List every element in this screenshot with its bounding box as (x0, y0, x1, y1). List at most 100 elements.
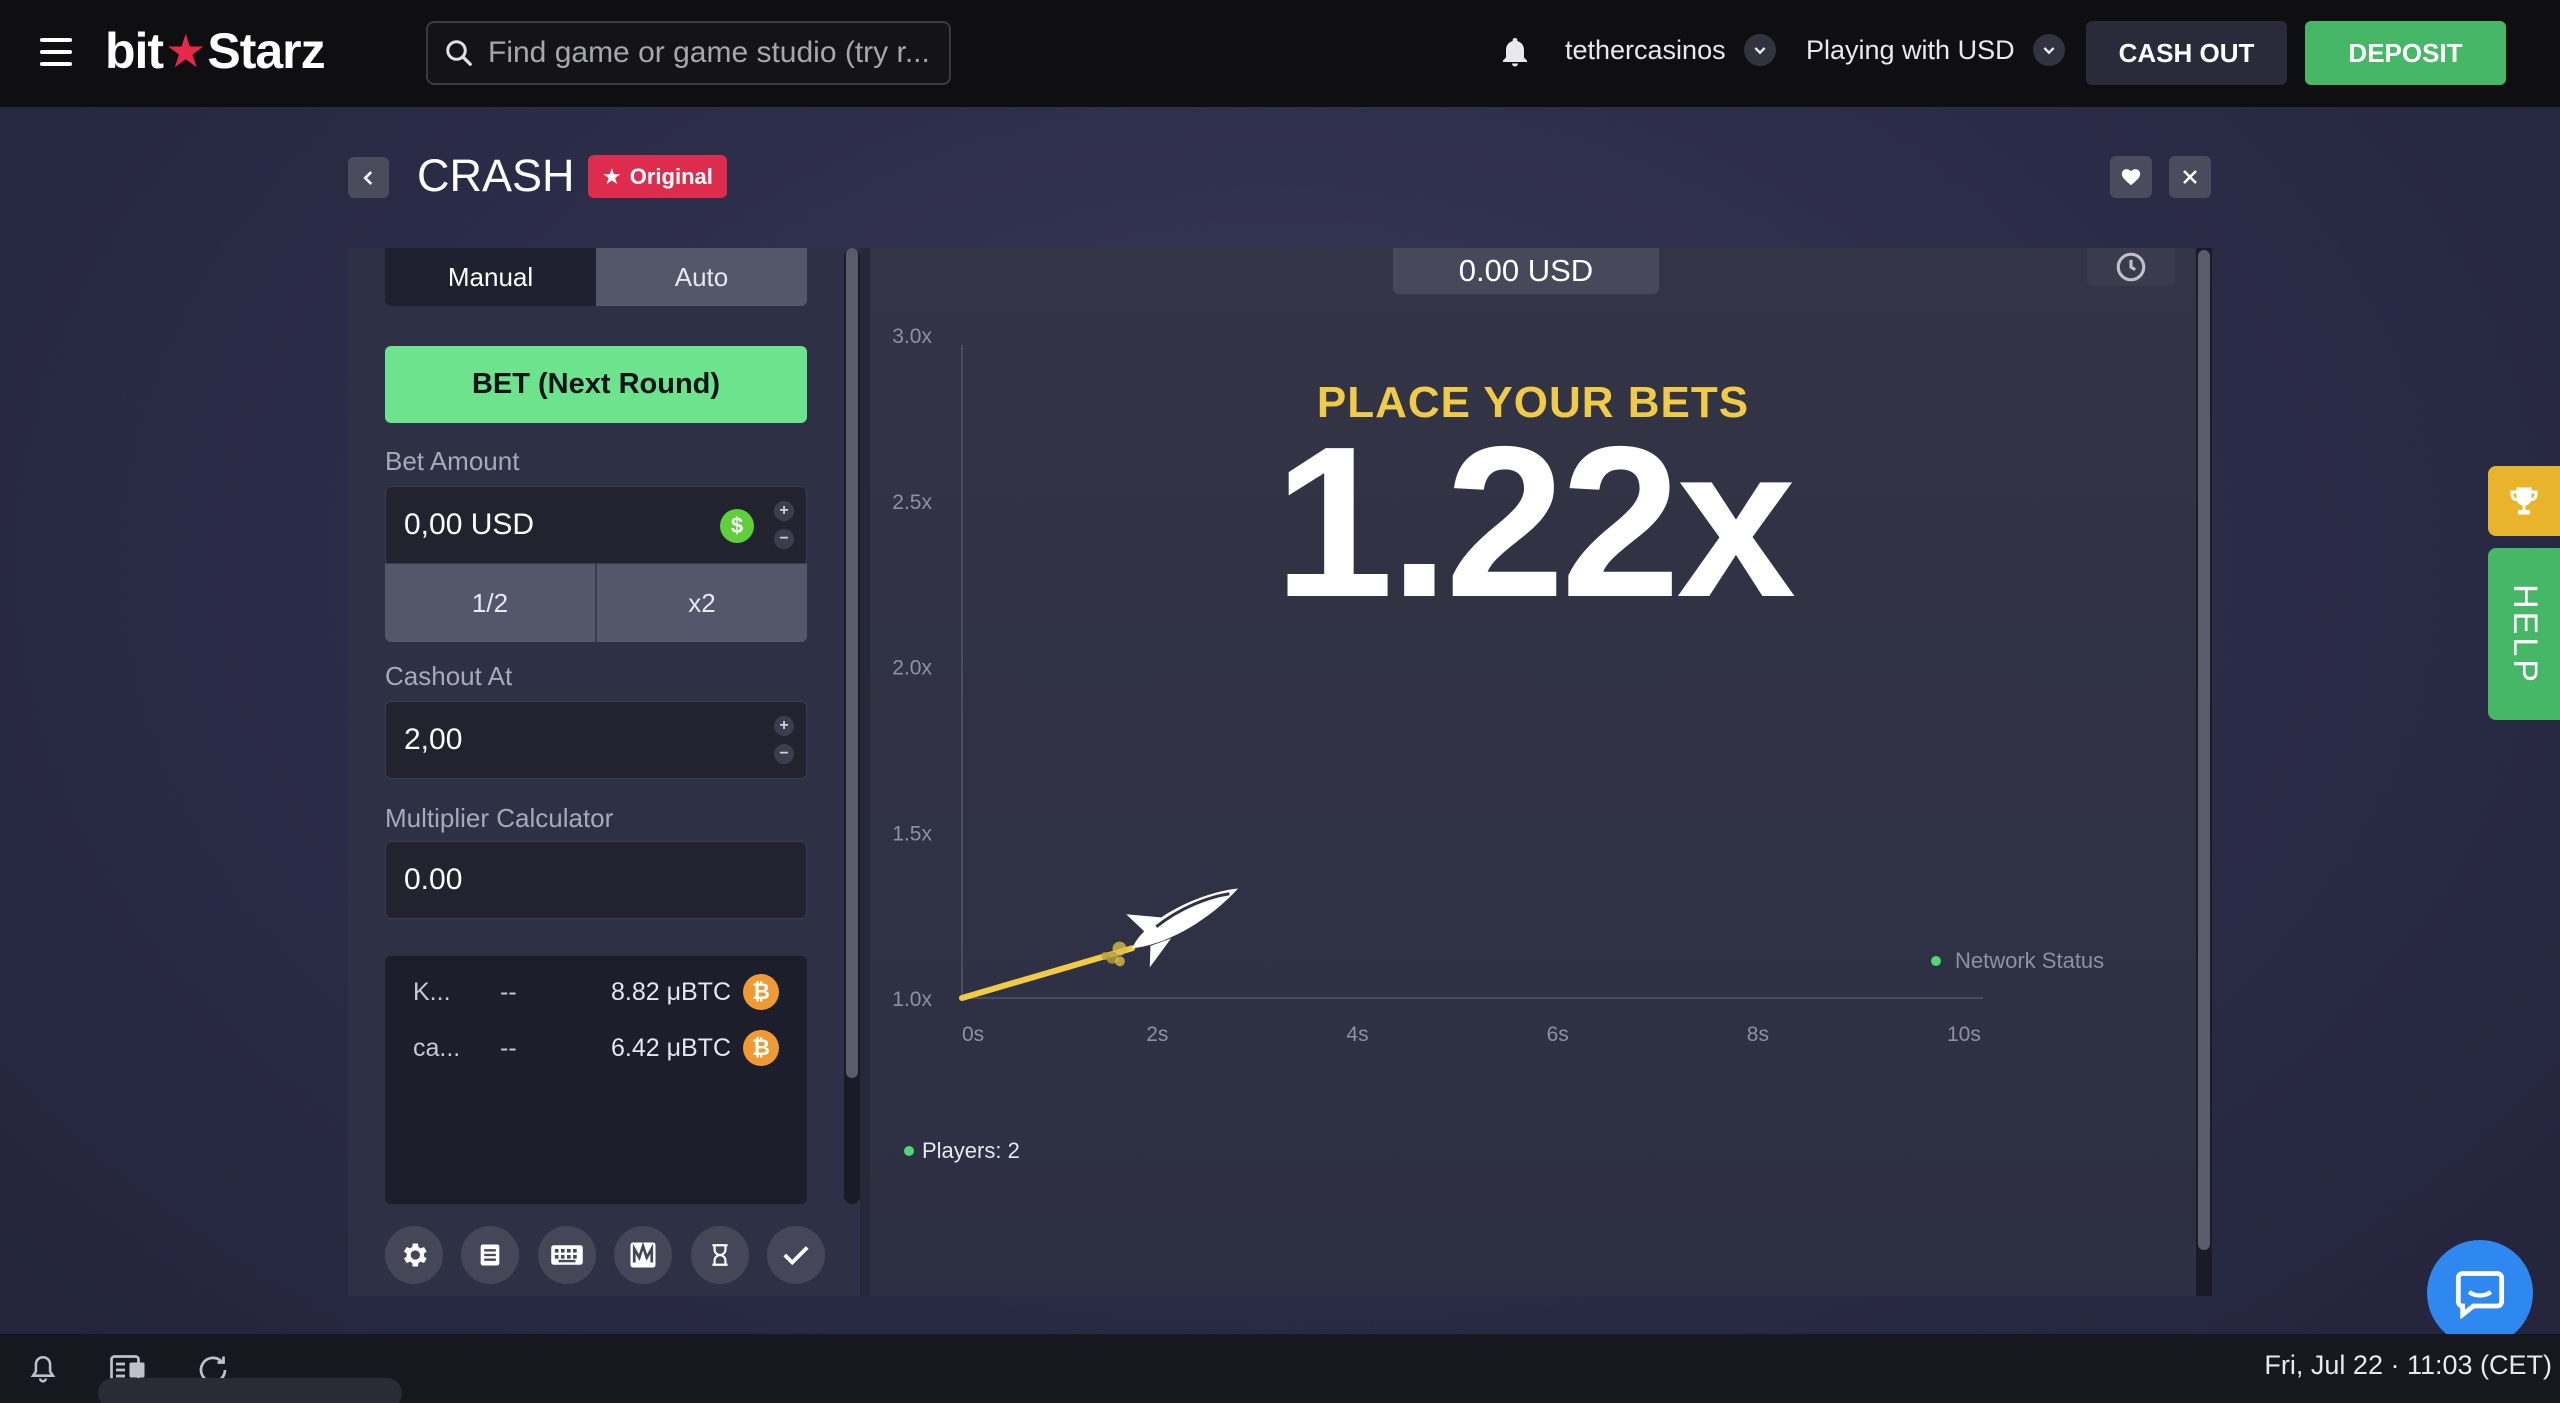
deposit-button[interactable]: DEPOSIT (2305, 21, 2506, 85)
settings-button[interactable] (385, 1226, 443, 1284)
favorite-button[interactable] (2110, 156, 2152, 198)
search-input[interactable] (488, 36, 928, 70)
search-box[interactable] (426, 21, 951, 85)
tab-manual[interactable]: Manual (385, 248, 596, 306)
player-amount: 8.82 μBTC (610, 977, 731, 1006)
bet-modifier-buttons: 1/2 x2 (385, 564, 807, 642)
player-name: ca... (413, 1033, 461, 1062)
back-button[interactable] (348, 157, 389, 198)
x-tick-label: 0s (962, 1023, 984, 1046)
hotkeys-button[interactable] (537, 1226, 596, 1284)
search-icon (446, 40, 472, 66)
game-title: CRASH (417, 150, 575, 201)
hourglass-icon (711, 1244, 728, 1266)
minus-icon[interactable]: − (774, 744, 794, 764)
statistics-button[interactable] (614, 1226, 673, 1284)
rocket-icon (1101, 888, 1239, 968)
help-tab[interactable]: HELP (2488, 548, 2560, 720)
live-chat-button[interactable] (2427, 1240, 2533, 1346)
multiplier-calculator-field[interactable]: 0.00 (385, 841, 807, 919)
site-logo[interactable]: bit ★ Starz (105, 22, 326, 80)
half-bet-button[interactable]: 1/2 (385, 564, 597, 642)
chevron-left-icon (362, 170, 372, 185)
close-icon (2183, 170, 2197, 184)
notification-bell-icon[interactable] (1497, 34, 1533, 77)
y-tick-label: 1.5x (892, 822, 932, 845)
x-tick-label: 6s (1547, 1023, 1569, 1046)
tournament-button[interactable] (2488, 466, 2560, 536)
game-frame: Manual Auto BET (Next Round) Bet Amount … (348, 248, 2212, 1296)
datetime-display: Fri, Jul 22 · 11:03 (CET) (2264, 1350, 2552, 1380)
bet-button[interactable]: BET (Next Round) (385, 346, 807, 423)
list-item: ca... -- 6.42 μBTC ₿ (385, 1028, 807, 1068)
logo-star-icon: ★ (165, 25, 206, 77)
network-status-label: Network Status (1955, 948, 2105, 973)
multiplier-calculator-value: 0.00 (404, 863, 463, 896)
y-tick-label: 3.0x (892, 325, 932, 348)
menu-icon[interactable] (40, 38, 72, 68)
cashout-stepper: + − (774, 716, 794, 764)
bet-mode-tabs: Manual Auto (385, 248, 807, 306)
notification-bell-icon[interactable] (26, 1352, 60, 1393)
y-tick-label: 1.0x (892, 988, 932, 1011)
status-dot-icon (1931, 956, 1941, 966)
x-tick-label: 2s (1146, 1023, 1168, 1046)
x-tick-label: 4s (1346, 1023, 1368, 1046)
plus-icon[interactable]: + (774, 716, 794, 736)
gear-icon (404, 1243, 427, 1267)
dollar-icon: $ (720, 509, 754, 543)
cashout-at-label: Cashout At (385, 661, 513, 691)
players-count: Players: 2 (904, 1138, 1020, 1164)
heart-icon (2121, 169, 2141, 186)
chart-icon (630, 1241, 656, 1268)
cashout-at-field[interactable]: 2,00 + − (385, 701, 807, 779)
help-label: HELP (2505, 583, 2544, 685)
double-bet-button[interactable]: x2 (597, 564, 807, 642)
top-navigation-bar: bit★Starz tethercasinos Playing with USD… (0, 0, 2560, 107)
current-multiplier: 1.22x (1273, 401, 1796, 642)
currency-selector[interactable]: Playing with USD (1806, 34, 2065, 66)
fairness-button[interactable] (766, 1226, 825, 1284)
document-icon (481, 1244, 500, 1266)
list-item: K... -- 8.82 μBTC ₿ (385, 972, 807, 1012)
rules-button[interactable] (461, 1226, 520, 1284)
currency-label: Playing with USD (1806, 34, 2015, 65)
player-multiplier: -- (500, 977, 517, 1006)
badge-label: Original (629, 163, 713, 189)
player-multiplier: -- (500, 1033, 517, 1062)
chevron-down-icon (2032, 34, 2065, 66)
panel-scrollbar[interactable] (844, 248, 860, 1204)
bet-amount-field[interactable]: 0,00 USD $ + − (385, 486, 807, 564)
keyboard-icon (550, 1245, 583, 1265)
crash-game-area: 0.00 USD 1.0x 1.5x 2.0x 2.5x 3.0x 0s 2s 4s 6s 8s 1… (870, 248, 2196, 1296)
x-tick-label: 10s (1947, 1023, 1981, 1046)
bet-control-panel: Manual Auto BET (Next Round) Bet Amount … (348, 248, 838, 1296)
minus-icon[interactable]: − (774, 529, 794, 549)
star-icon: ★ (602, 163, 622, 189)
user-menu[interactable]: tethercasinos (1565, 34, 1776, 66)
bet-amount-value: 0,00 USD (404, 508, 535, 541)
multiplier-calculator-label: Multiplier Calculator (385, 803, 614, 833)
tab-auto[interactable]: Auto (596, 248, 807, 306)
chevron-down-icon (1743, 34, 1776, 66)
cashout-at-value: 2,00 (404, 723, 463, 756)
players-count-label: Players: 2 (922, 1138, 1020, 1163)
close-game-button[interactable] (2169, 156, 2211, 198)
plus-icon[interactable]: + (774, 501, 794, 521)
cash-out-button[interactable]: CASH OUT (2086, 21, 2287, 85)
player-name: K... (413, 977, 451, 1006)
game-toolbar (385, 1226, 825, 1288)
taskbar-pill (98, 1378, 402, 1403)
checkmark-icon (783, 1246, 809, 1266)
network-status: Network Status (1931, 948, 2104, 974)
logo-text-left: bit (105, 23, 164, 79)
bitcoin-icon: ₿ (743, 974, 779, 1010)
bet-amount-label: Bet Amount (385, 446, 520, 476)
original-badge: ★ Original (588, 155, 727, 198)
panel-divider (860, 248, 870, 1296)
bitcoin-icon: ₿ (743, 1030, 779, 1066)
game-scrollbar[interactable] (2196, 248, 2212, 1296)
bet-amount-stepper: + − (774, 501, 794, 549)
history-button[interactable] (690, 1226, 749, 1284)
trophy-icon (2510, 487, 2538, 515)
